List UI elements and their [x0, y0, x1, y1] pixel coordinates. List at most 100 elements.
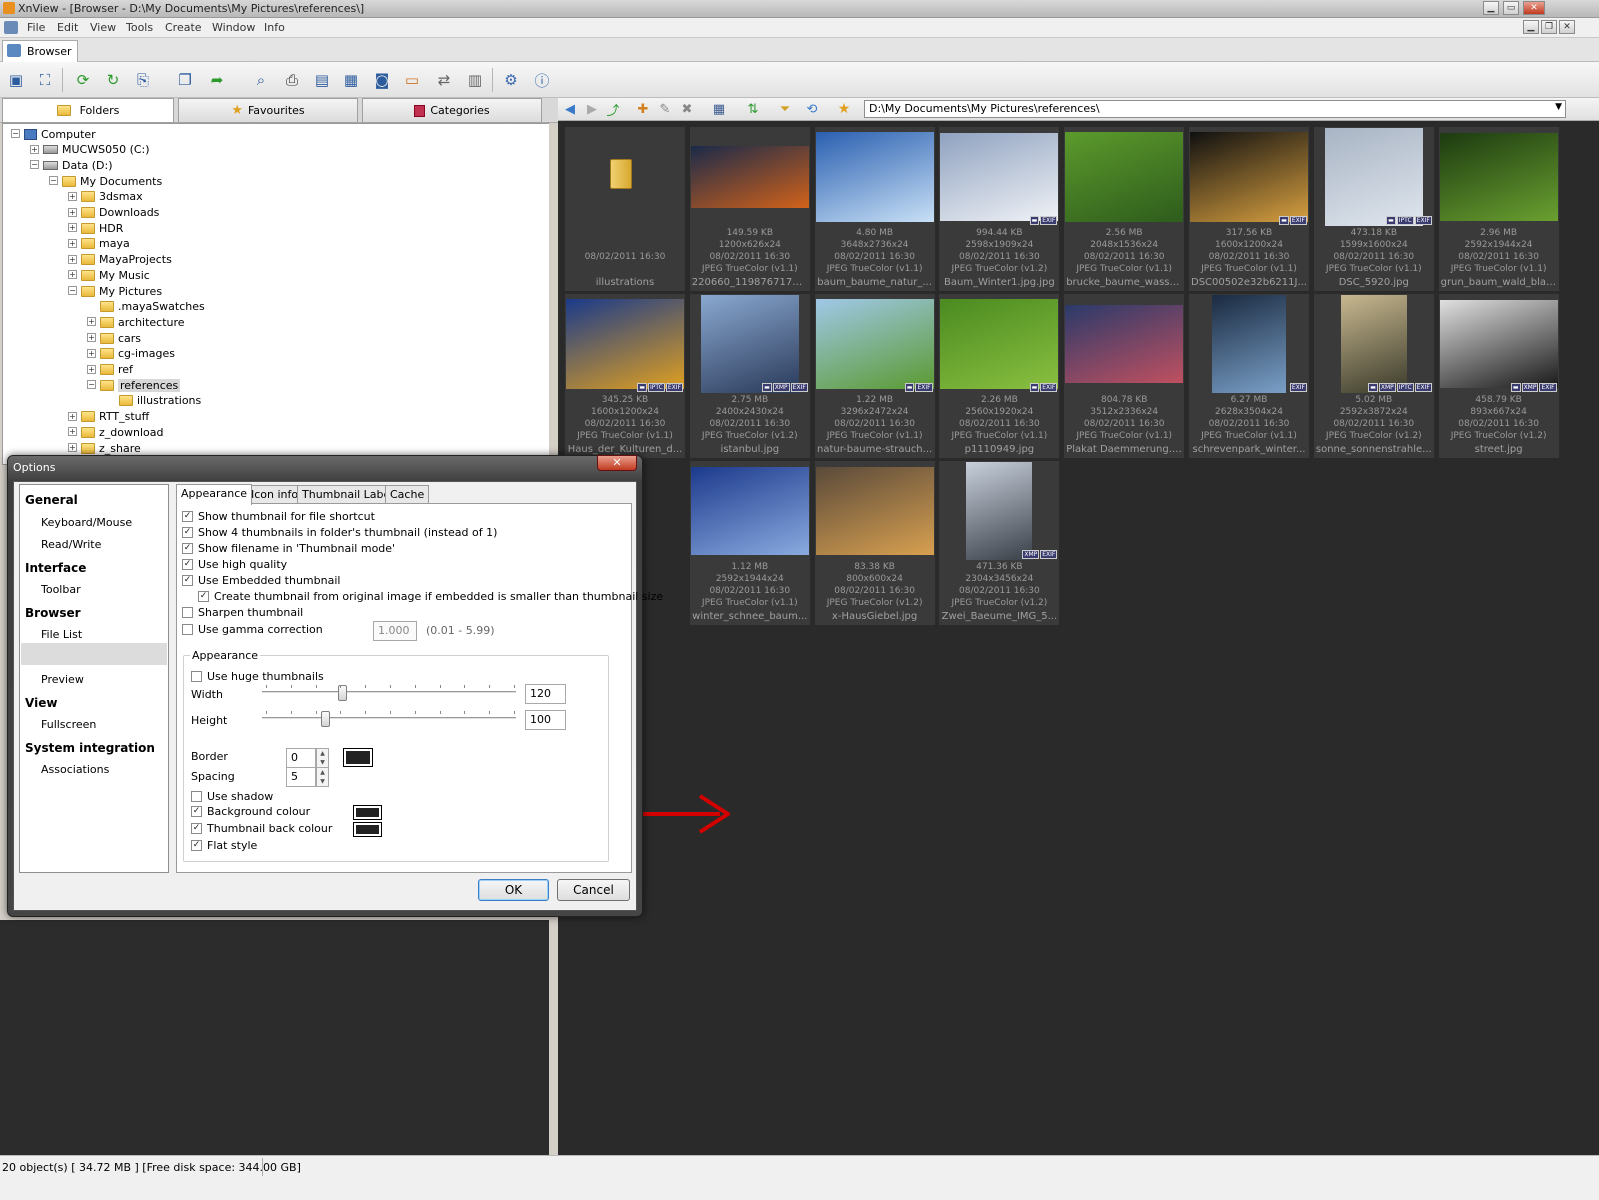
- category-read-write[interactable]: Read/Write: [41, 538, 101, 551]
- move-icon[interactable]: ➦: [205, 69, 229, 91]
- thumbnail-image-area[interactable]: [689, 127, 810, 227]
- options-category-list[interactable]: General Keyboard/Mouse Read/Write Interface…: [19, 484, 169, 873]
- tree-node[interactable]: maya: [81, 236, 130, 252]
- expand-icon[interactable]: +: [30, 144, 39, 154]
- sync-icon[interactable]: ⟲: [800, 98, 824, 120]
- tab-categories[interactable]: Categories: [362, 98, 542, 123]
- new-folder-icon[interactable]: ✚: [631, 98, 655, 120]
- background-colour-checkbox[interactable]: ✓ Background colour: [191, 805, 310, 818]
- thumbnail-image-area[interactable]: [1064, 294, 1185, 394]
- thumbnail-cell[interactable]: XMP EXIF 471.36 KB 2304x3456x24 08/02/2011 1…: [939, 461, 1060, 625]
- width-slider-track[interactable]: [262, 691, 516, 694]
- tree-node[interactable]: HDR: [81, 220, 123, 236]
- refresh-icon[interactable]: ⟳: [71, 69, 95, 91]
- tree-node[interactable]: RTT_stuff: [81, 409, 149, 425]
- tree-node[interactable]: My Music: [81, 267, 150, 283]
- collapse-icon[interactable]: −: [68, 286, 77, 295]
- check-icon[interactable]: ✓: [182, 511, 193, 522]
- checkbox-box[interactable]: [191, 671, 202, 682]
- tab-cache[interactable]: Cache: [385, 485, 430, 504]
- expand-icon[interactable]: +: [87, 333, 96, 343]
- mdi-minimize-icon[interactable]: ▁: [1523, 20, 1539, 34]
- tree-node[interactable]: cg-images: [100, 346, 175, 362]
- thumbnail-cell[interactable]: ▬ XMP IPTC EXIF 5.02 MB 2592x3872x24 08/02/201…: [1313, 294, 1434, 458]
- thumbnail-back-colour-checkbox[interactable]: ✓ Thumbnail back colour: [191, 822, 332, 835]
- favourite-star-icon[interactable]: ★: [832, 98, 856, 120]
- menu-file[interactable]: File: [27, 21, 45, 34]
- collapse-icon[interactable]: −: [11, 129, 20, 138]
- expand-icon[interactable]: +: [68, 223, 77, 233]
- option-checkbox[interactable]: ✓ Show filename in 'Thumbnail mode': [182, 542, 395, 555]
- chevron-down-icon[interactable]: ▼: [1555, 102, 1562, 112]
- flat-style-checkbox[interactable]: ✓ Flat style: [191, 839, 257, 852]
- menu-edit[interactable]: Edit: [57, 21, 78, 34]
- option-checkbox[interactable]: ✓ Show 4 thumbnails in folder's thumbnail…: [182, 526, 497, 539]
- option-checkbox[interactable]: Sharpen thumbnail: [182, 606, 303, 619]
- tree-node[interactable]: illustrations: [119, 393, 201, 409]
- thumbnail-back-colour-swatch[interactable]: [353, 822, 382, 837]
- reload-icon[interactable]: ↻: [101, 69, 125, 91]
- category-file-list[interactable]: File List: [41, 628, 82, 641]
- thumbnail-image-area[interactable]: [814, 127, 935, 227]
- thumbnail-cell[interactable]: 2.96 MB 2592x1944x24 08/02/2011 16:30 JPEG …: [1438, 127, 1559, 291]
- thumbnail-cell[interactable]: 1.12 MB 2592x1944x24 08/02/2011 16:30 JPEG …: [689, 461, 810, 625]
- check-icon[interactable]: ✓: [182, 543, 193, 554]
- maximize-icon[interactable]: ▭: [1503, 1, 1519, 15]
- close-icon[interactable]: ✕: [1523, 1, 1545, 15]
- expand-icon[interactable]: +: [68, 270, 77, 280]
- expand-icon[interactable]: +: [87, 348, 96, 358]
- tab-icon-info[interactable]: Icon info: [246, 485, 304, 504]
- thumbnail-image-area[interactable]: XMP EXIF: [939, 461, 1060, 561]
- parent-folder-icon[interactable]: ⤴: [601, 98, 625, 120]
- check-icon[interactable]: ✓: [182, 527, 193, 538]
- border-input[interactable]: 0: [286, 748, 316, 768]
- category-associations[interactable]: Associations: [41, 763, 109, 776]
- mdi-close-icon[interactable]: ✕: [1559, 20, 1575, 34]
- thumbnail-image-area[interactable]: ▬ IPTC EXIF: [565, 294, 685, 394]
- tree-node[interactable]: architecture: [100, 314, 185, 330]
- presentation-icon[interactable]: ▭: [400, 69, 424, 91]
- view-mode-icon[interactable]: ▦: [707, 98, 731, 120]
- mdi-restore-icon[interactable]: ❐: [1541, 20, 1557, 34]
- info-icon[interactable]: ⓘ: [530, 69, 554, 91]
- scan-icon[interactable]: ▤: [310, 69, 334, 91]
- thumbnail-cell[interactable]: ▬ EXIF 317.56 KB 1600x1200x24 08/02/2011 16:…: [1189, 127, 1309, 291]
- menu-create[interactable]: Create: [165, 21, 202, 34]
- rotate-icon[interactable]: ⎘: [131, 69, 155, 91]
- use-shadow-checkbox[interactable]: Use shadow: [191, 790, 273, 803]
- thumbnail-image-area[interactable]: ▬ EXIF: [814, 294, 935, 394]
- thumbnail-cell[interactable]: 804.78 KB 3512x2336x24 08/02/2011 16:30 JPE…: [1064, 294, 1185, 458]
- height-slider-track[interactable]: [262, 717, 516, 720]
- tab-appearance[interactable]: Appearance: [176, 484, 253, 505]
- thumbnail-image-area[interactable]: [1064, 127, 1185, 227]
- expand-icon[interactable]: +: [68, 443, 77, 452]
- category-interface[interactable]: Interface: [25, 561, 86, 575]
- thumbnail-image-area[interactable]: ▬ EXIF: [939, 127, 1060, 227]
- delete-icon[interactable]: ✖: [675, 98, 699, 120]
- expand-icon[interactable]: +: [68, 238, 77, 248]
- thumbnail-image-area[interactable]: ▬ XMP EXIF: [1438, 294, 1559, 394]
- slideshow-icon[interactable]: ▦: [339, 69, 363, 91]
- expand-icon[interactable]: +: [87, 364, 96, 374]
- menu-info[interactable]: Info: [264, 21, 285, 34]
- checkbox-box[interactable]: [191, 791, 202, 802]
- category-fullscreen[interactable]: Fullscreen: [41, 718, 96, 731]
- thumbnail-image-area[interactable]: ▬ EXIF: [1189, 127, 1309, 227]
- check-icon[interactable]: ✓: [191, 823, 202, 834]
- option-checkbox[interactable]: ✓ Use high quality: [182, 558, 287, 571]
- tree-node[interactable]: Downloads: [81, 205, 159, 221]
- tree-node[interactable]: 3dsmax: [81, 189, 143, 205]
- thumbnail-cell[interactable]: ▬ EXIF 994.44 KB 2598x1909x24 08/02/2011 16:…: [939, 127, 1060, 291]
- check-icon[interactable]: ✓: [191, 806, 202, 817]
- tree-node[interactable]: MayaProjects: [81, 252, 172, 268]
- category-general[interactable]: General: [25, 493, 78, 507]
- thumbnail-cell[interactable]: EXIF 6.27 MB 2628x3504x24 08/02/2011 16:30 J…: [1189, 294, 1309, 458]
- tree-node[interactable]: My Pictures: [81, 283, 162, 299]
- tree-node[interactable]: My Documents: [62, 173, 162, 189]
- filter-icon[interactable]: ⏷: [773, 98, 797, 120]
- category-system-integration[interactable]: System integration: [25, 741, 155, 755]
- thumbnail-cell[interactable]: 149.59 KB 1200x626x24 08/02/2011 16:30 JPEG…: [689, 127, 810, 291]
- path-input[interactable]: D:\My Documents\My Pictures\references\ …: [864, 100, 1566, 118]
- expand-icon[interactable]: +: [68, 411, 77, 421]
- huge-thumbnails-checkbox[interactable]: Use huge thumbnails: [191, 670, 324, 683]
